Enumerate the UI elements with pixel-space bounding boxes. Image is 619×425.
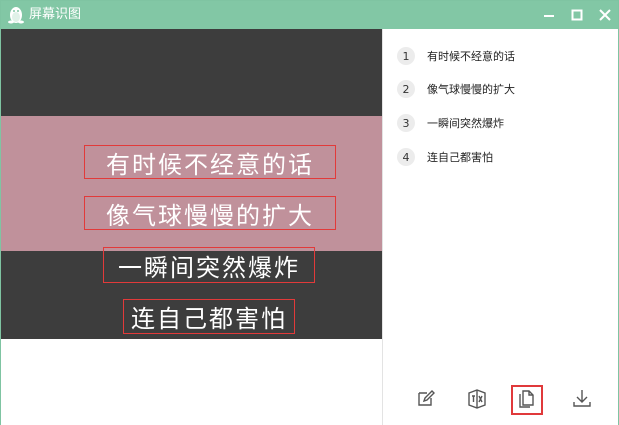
ocr-box-4[interactable]: 连自己都害怕	[123, 299, 295, 334]
ocr-box-3[interactable]: 一瞬间突然爆炸	[103, 247, 315, 283]
result-text: 连自己都害怕	[427, 151, 493, 164]
image-preview: 有时候不经意的话 像气球慢慢的扩大 一瞬间突然爆炸 连自己都害怕	[1, 29, 382, 425]
result-text: 像气球慢慢的扩大	[427, 83, 515, 96]
qq-penguin-icon	[7, 5, 25, 25]
close-button[interactable]	[595, 5, 615, 25]
translate-button[interactable]	[461, 385, 493, 415]
result-text: 有时候不经意的话	[427, 50, 515, 63]
edit-icon	[415, 387, 437, 413]
result-number: 4	[397, 148, 415, 166]
result-text: 一瞬间突然爆炸	[427, 117, 504, 130]
result-number: 3	[397, 114, 415, 132]
result-item-1[interactable]: 1 有时候不经意的话	[397, 45, 515, 67]
app-window: 屏幕识图 有时候不经意的话 像气球慢慢的扩大 一瞬间突然爆炸 连自己都害怕 1 …	[0, 0, 619, 425]
edit-button[interactable]	[410, 385, 442, 415]
download-icon	[571, 387, 593, 413]
result-item-4[interactable]: 4 连自己都害怕	[397, 146, 493, 168]
result-item-3[interactable]: 3 一瞬间突然爆炸	[397, 112, 504, 134]
maximize-button[interactable]	[567, 5, 587, 25]
minimize-button[interactable]	[539, 5, 559, 25]
title-bar[interactable]: 屏幕识图	[1, 1, 618, 29]
result-number: 1	[397, 47, 415, 65]
result-number: 2	[397, 80, 415, 98]
result-item-2[interactable]: 2 像气球慢慢的扩大	[397, 78, 515, 100]
window-title: 屏幕识图	[29, 7, 82, 22]
copy-icon	[516, 387, 538, 413]
download-button[interactable]	[566, 385, 598, 415]
ocr-box-2[interactable]: 像气球慢慢的扩大	[84, 196, 336, 230]
copy-button[interactable]	[511, 385, 543, 415]
ocr-box-1[interactable]: 有时候不经意的话	[84, 145, 336, 179]
translate-icon	[466, 387, 488, 413]
result-panel: 1 有时候不经意的话 2 像气球慢慢的扩大 3 一瞬间突然爆炸 4 连自己都害怕	[383, 29, 618, 425]
